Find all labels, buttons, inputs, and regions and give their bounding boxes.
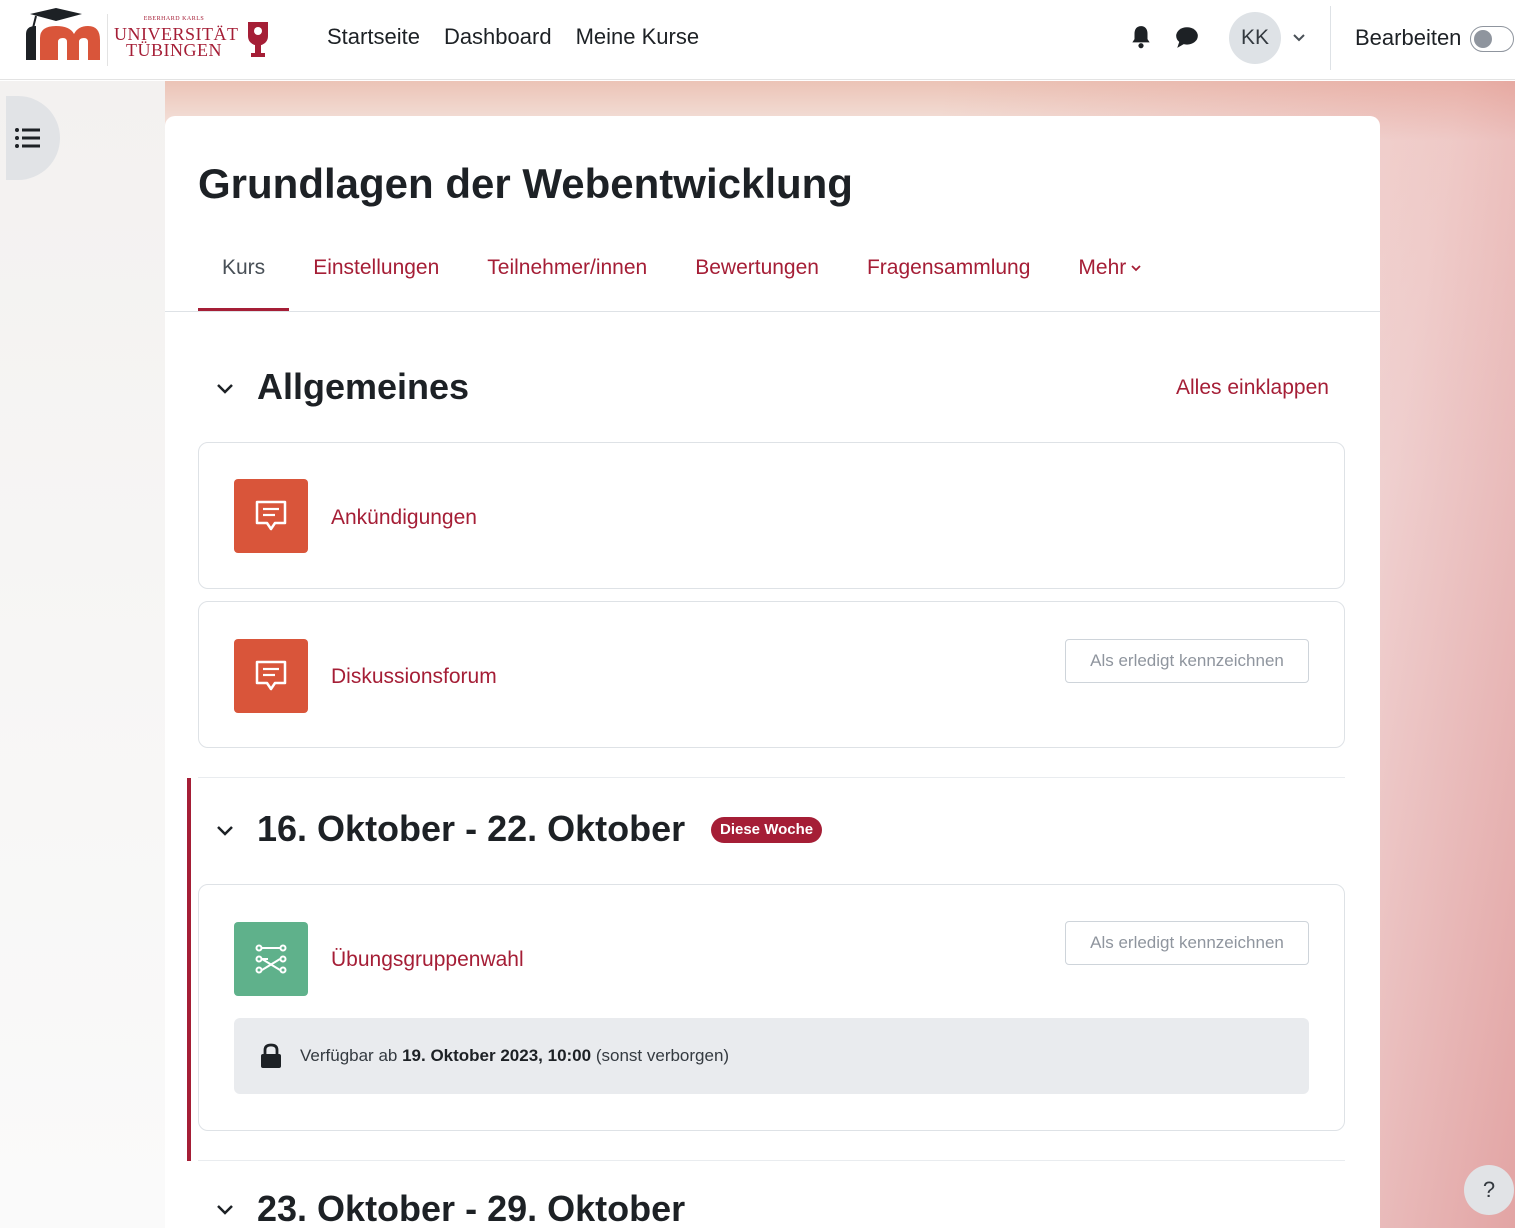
course-content-card: Grundlagen der Webentwicklung Kurs Einst… — [165, 116, 1380, 1228]
uni-logo-small: EBERHARD KARLS — [143, 16, 205, 22]
left-gutter — [0, 81, 165, 1228]
uni-logo-line2: TÜBINGEN — [126, 40, 222, 60]
nav-dashboard[interactable]: Dashboard — [444, 24, 552, 50]
primary-navigation: Startseite Dashboard Meine Kurse — [327, 24, 699, 50]
collapse-section-icon[interactable] — [214, 1199, 236, 1221]
forum-icon — [234, 479, 308, 553]
tab-mehr-label: Mehr — [1078, 256, 1127, 279]
section-title-allgemeines: Allgemeines — [257, 366, 470, 407]
activity-discussion-forum: Diskussionsforum Als erledigt kennzeichn… — [198, 601, 1345, 748]
tab-mehr[interactable]: Mehr — [1054, 252, 1166, 312]
university-crest-icon — [248, 22, 268, 57]
current-week-badge: Diese Woche — [711, 817, 823, 843]
chat-icon[interactable] — [1174, 24, 1200, 50]
logo-divider — [107, 14, 108, 66]
navbar-divider — [1330, 6, 1331, 70]
activity-link[interactable]: Diskussionsforum — [331, 665, 497, 689]
nav-meine-kurse[interactable]: Meine Kurse — [576, 24, 700, 50]
restriction-suffix: (sonst verborgen) — [595, 1046, 730, 1065]
section-title-week-1: 16. Oktober - 22. Oktober — [257, 808, 686, 849]
forum-icon — [234, 639, 308, 713]
tab-bewertungen[interactable]: Bewertungen — [671, 252, 843, 312]
current-week-highlight — [187, 778, 191, 1161]
activity-group-choice: Übungsgruppenwahl Als erledigt kennzeich… — [198, 884, 1345, 1131]
edit-mode-label: Bearbeiten — [1355, 25, 1462, 50]
university-logo[interactable]: EBERHARD KARLS UNIVERSITÄT TÜBINGEN — [114, 16, 238, 62]
page-title: Grundlagen der Webentwicklung — [198, 160, 853, 207]
activity-announcements: Ankündigungen — [198, 442, 1345, 589]
moodle-logo[interactable] — [22, 8, 102, 64]
chevron-down-icon — [1131, 265, 1141, 272]
collapse-all-link[interactable]: Alles einklappen — [1176, 376, 1329, 400]
activity-link[interactable]: Ankündigungen — [331, 506, 477, 530]
restriction-date: 19. Oktober 2023, 10:00 — [402, 1046, 592, 1065]
section-divider — [198, 1160, 1345, 1161]
collapse-section-icon[interactable] — [214, 820, 236, 842]
mark-done-button[interactable]: Als erledigt kennzeichnen — [1065, 921, 1309, 965]
help-button[interactable]: ? — [1464, 1165, 1514, 1215]
tabs-underline — [165, 311, 1380, 312]
course-tabs: Kurs Einstellungen Teilnehmer/innen Bewe… — [198, 252, 1166, 312]
availability-restriction: Verfügbar ab 19. Oktober 2023, 10:00 (so… — [234, 1018, 1309, 1094]
restriction-prefix: Verfügbar ab — [300, 1046, 398, 1065]
section-title-week-2: 23. Oktober - 29. Oktober — [257, 1188, 686, 1228]
toggle-knob — [1474, 30, 1492, 48]
tab-einstellungen[interactable]: Einstellungen — [289, 252, 463, 312]
mark-done-button[interactable]: Als erledigt kennzeichnen — [1065, 639, 1309, 683]
tab-teilnehmer[interactable]: Teilnehmer/innen — [463, 252, 671, 312]
lock-icon — [261, 1043, 281, 1068]
user-avatar[interactable]: KK — [1229, 12, 1281, 64]
tab-kurs[interactable]: Kurs — [198, 252, 290, 312]
nav-startseite[interactable]: Startseite — [327, 24, 420, 50]
top-navbar: EBERHARD KARLS UNIVERSITÄT TÜBINGEN Star… — [0, 0, 1515, 80]
chevron-down-icon[interactable] — [1291, 30, 1307, 46]
list-icon — [15, 128, 40, 148]
collapse-section-icon[interactable] — [214, 378, 236, 400]
group-choice-icon — [234, 922, 308, 996]
activity-link[interactable]: Übungsgruppenwahl — [331, 948, 524, 972]
section-divider — [198, 777, 1345, 778]
edit-mode-toggle[interactable] — [1470, 26, 1514, 52]
tab-fragensammlung[interactable]: Fragensammlung — [843, 252, 1054, 312]
bell-icon[interactable] — [1128, 24, 1154, 50]
